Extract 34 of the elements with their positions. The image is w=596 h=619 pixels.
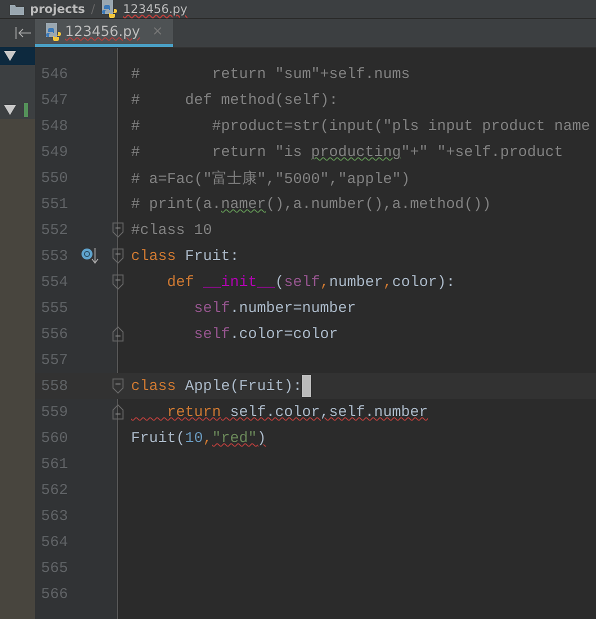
code-line: return self.color,self.number	[166, 404, 428, 420]
expand-triangle-icon[interactable]	[4, 105, 16, 115]
code-line: # a=Fac("富士康","5000","apple")	[131, 170, 410, 188]
fold-marker-icon[interactable]	[112, 404, 124, 420]
tree-row[interactable]	[0, 101, 35, 119]
code-line: # #product=str(input("pls input product name	[131, 118, 590, 134]
code-line: def __init__(self,number,color):	[166, 274, 456, 290]
file-tab[interactable]: 123456.py ×	[35, 19, 173, 47]
python-file-icon	[45, 22, 61, 40]
fold-marker-icon[interactable]	[112, 222, 124, 238]
breadcrumb-separator: /	[91, 2, 96, 16]
code-line: class Fruit:	[131, 248, 240, 264]
change-marker-icon	[24, 103, 28, 117]
code-line: self.number=number	[193, 300, 356, 316]
code-line: # print(a.namer(),a.number(),a.method())	[131, 196, 492, 212]
code-line: #class 10	[131, 222, 212, 238]
fold-marker-icon[interactable]	[112, 248, 124, 264]
code-line: self.color=color	[193, 326, 338, 342]
collapse-arrow-icon[interactable]	[15, 27, 31, 39]
code-line: # return "is producting"+" "+self.product	[131, 144, 564, 160]
override-marker-icon[interactable]	[81, 247, 101, 265]
python-file-icon	[101, 0, 118, 18]
code-line: Fruit(10,"red")	[131, 430, 266, 446]
breadcrumb-item[interactable]: projects	[30, 2, 85, 16]
expand-triangle-icon[interactable]	[4, 51, 16, 61]
fold-marker-icon[interactable]	[112, 378, 124, 394]
code-line: # def method(self):	[131, 92, 338, 108]
fold-marker-icon[interactable]	[112, 326, 124, 342]
text-cursor	[302, 375, 312, 397]
breadcrumb-item[interactable]: 123456.py	[123, 2, 188, 16]
folder-icon	[10, 4, 24, 14]
code-line: # return "sum"+self.nums	[131, 66, 410, 82]
code-line: class Apple(Fruit):	[131, 378, 302, 394]
fold-marker-icon[interactable]	[112, 274, 124, 290]
